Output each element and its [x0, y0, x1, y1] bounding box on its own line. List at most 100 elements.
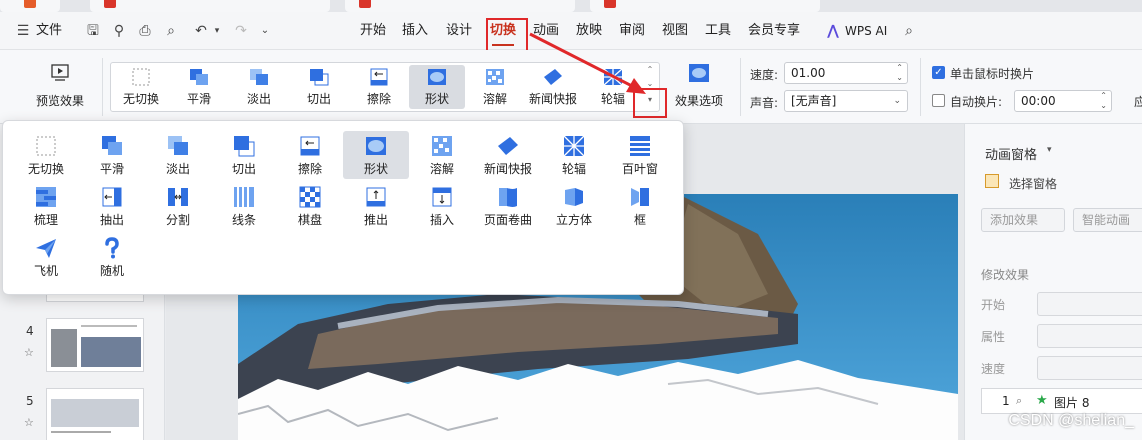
sound-select[interactable]: [无声音] ⌄: [784, 90, 908, 112]
spin-arrows-icon[interactable]: ⌃ ⌄: [1100, 91, 1107, 111]
gallery-cut[interactable]: 切出: [291, 65, 347, 109]
cover-icon: [432, 187, 452, 207]
preview-effect-button[interactable]: 预览效果: [20, 60, 100, 116]
tab-slideshow[interactable]: 放映: [576, 12, 602, 50]
speed-value: 01.00: [791, 66, 826, 80]
apply-all-label-cut[interactable]: 应: [1134, 93, 1142, 110]
checkerboard-icon: [299, 186, 321, 208]
doc-tab-2[interactable]: [90, 0, 330, 12]
annotation-box-expand: [633, 88, 667, 118]
spin-arrows-icon[interactable]: ⌃ ⌄: [896, 63, 903, 83]
click-advance-checkbox[interactable]: ✓: [932, 66, 945, 79]
dropdown-box[interactable]: 框: [607, 182, 673, 230]
share-link-icon[interactable]: ⚲: [110, 22, 128, 40]
dropdown-checkerboard[interactable]: 棋盘: [277, 182, 343, 230]
dropdown-push[interactable]: 推出: [343, 182, 409, 230]
property-select[interactable]: [1037, 324, 1142, 348]
tab-view[interactable]: 视图: [662, 12, 688, 50]
gallery-dissolve-label: 溶解: [482, 92, 507, 106]
effect-options-button[interactable]: 效果选项: [668, 60, 730, 116]
dropdown-smooth[interactable]: 平滑: [79, 131, 145, 179]
dropdown-page-curl[interactable]: 页面卷曲: [475, 182, 541, 230]
ppt-file-icon: [104, 0, 116, 8]
doc-tab-1[interactable]: [0, 0, 60, 12]
dropdown-none[interactable]: 无切换: [13, 131, 79, 179]
dropdown-wipe-label: 擦除: [297, 162, 322, 176]
cut-icon: [310, 69, 329, 86]
chevron-down-icon[interactable]: ▾: [1047, 145, 1052, 155]
dropdown-lines[interactable]: 线条: [211, 182, 277, 230]
gallery-smooth[interactable]: 平滑: [171, 65, 227, 109]
wps-ai-button[interactable]: WPS AI: [845, 12, 887, 50]
dropdown-shape[interactable]: 形状: [343, 131, 409, 179]
save-icon[interactable]: 🖫: [84, 22, 102, 40]
entrance-star-icon: ★: [1036, 393, 1048, 408]
gallery-wipe[interactable]: 擦除: [351, 65, 407, 109]
speed-input[interactable]: 01.00 ⌃ ⌄: [784, 62, 908, 84]
slide-thumbnail-4[interactable]: [46, 318, 144, 372]
dropdown-split[interactable]: 分割: [145, 182, 211, 230]
dropdown-newsflash[interactable]: 新闻快报: [475, 131, 541, 179]
gallery-wipe-label: 擦除: [366, 92, 391, 106]
slide-thumbnail-5[interactable]: [46, 388, 144, 440]
dropdown-airplane[interactable]: 飞机: [13, 233, 79, 281]
gallery-dissolve[interactable]: 溶解: [467, 65, 523, 109]
hamburger-menu-icon[interactable]: ☰: [14, 22, 32, 40]
dropdown-smooth-label: 平滑: [99, 162, 124, 176]
gallery-shape[interactable]: 形状: [409, 65, 465, 109]
more-dropdown-icon[interactable]: ⌄: [256, 22, 274, 40]
tab-insert[interactable]: 插入: [402, 12, 428, 50]
undo-dropdown-icon[interactable]: ▾: [208, 22, 226, 40]
dropdown-cover[interactable]: 插入: [409, 182, 475, 230]
print-preview-icon[interactable]: ⌕: [162, 22, 180, 40]
auto-advance-checkbox[interactable]: [932, 94, 945, 107]
dropdown-pullout[interactable]: 抽出: [79, 182, 145, 230]
dropdown-fade[interactable]: 淡出: [145, 131, 211, 179]
sound-value: [无声音]: [791, 94, 837, 108]
gallery-newsflash[interactable]: 新闻快报: [525, 65, 581, 109]
dropdown-push-label: 推出: [363, 213, 388, 227]
dropdown-newsflash-label: 新闻快报: [483, 162, 532, 176]
doc-tab-3[interactable]: [345, 0, 575, 12]
dropdown-comb[interactable]: 梳理: [13, 182, 79, 230]
file-menu[interactable]: 文件: [36, 12, 62, 50]
redo-icon[interactable]: ↷: [232, 22, 250, 40]
dropdown-dissolve[interactable]: 溶解: [409, 131, 475, 179]
add-effect-button[interactable]: 添加效果: [981, 208, 1065, 232]
search-icon[interactable]: ⌕: [900, 22, 918, 40]
start-select[interactable]: [1037, 292, 1142, 316]
gallery-scroll-up-icon[interactable]: ⌃: [645, 65, 655, 74]
dropdown-blinds[interactable]: 百叶窗: [607, 131, 673, 179]
dropdown-wipe[interactable]: 擦除: [277, 131, 343, 179]
slide-number: 4: [26, 324, 34, 338]
dropdown-cut[interactable]: 切出: [211, 131, 277, 179]
dropdown-random[interactable]: 随机: [79, 233, 145, 281]
tab-home[interactable]: 开始: [360, 12, 386, 50]
comb-icon: [36, 187, 56, 207]
select-pane-link[interactable]: 选择窗格: [1009, 175, 1057, 192]
smart-animation-button[interactable]: 智能动画: [1073, 208, 1142, 232]
box-icon: [631, 188, 649, 206]
doc-tab-4[interactable]: [590, 0, 820, 12]
push-icon: [366, 187, 386, 207]
tab-member[interactable]: 会员专享: [748, 12, 800, 50]
tab-animation[interactable]: 动画: [533, 12, 559, 50]
tab-tools[interactable]: 工具: [705, 12, 731, 50]
animation-list-item[interactable]: 1 ⌕ ★ 图片 8: [981, 388, 1142, 414]
auto-time-input[interactable]: 00:00 ⌃ ⌄: [1014, 90, 1112, 112]
dropdown-checkerboard-label: 棋盘: [297, 213, 322, 227]
document-tab-strip: [0, 0, 1142, 12]
speed-select-pane[interactable]: [1037, 356, 1142, 380]
animation-pane-title[interactable]: 动画窗格: [985, 144, 1037, 163]
dropdown-cube[interactable]: 立方体: [541, 182, 607, 230]
wipe-icon: [300, 136, 320, 156]
smart-animation-label: 智能动画: [1082, 213, 1131, 227]
print-icon[interactable]: ⎙: [136, 22, 154, 40]
wheel-icon: [603, 68, 623, 86]
gallery-scroll-down-icon[interactable]: ⌄: [645, 79, 655, 88]
tab-review[interactable]: 审阅: [619, 12, 645, 50]
gallery-none[interactable]: 无切换: [113, 65, 169, 109]
gallery-fade[interactable]: 淡出: [231, 65, 287, 109]
tab-design[interactable]: 设计: [446, 12, 472, 50]
dropdown-wheel[interactable]: 轮辐: [541, 131, 607, 179]
